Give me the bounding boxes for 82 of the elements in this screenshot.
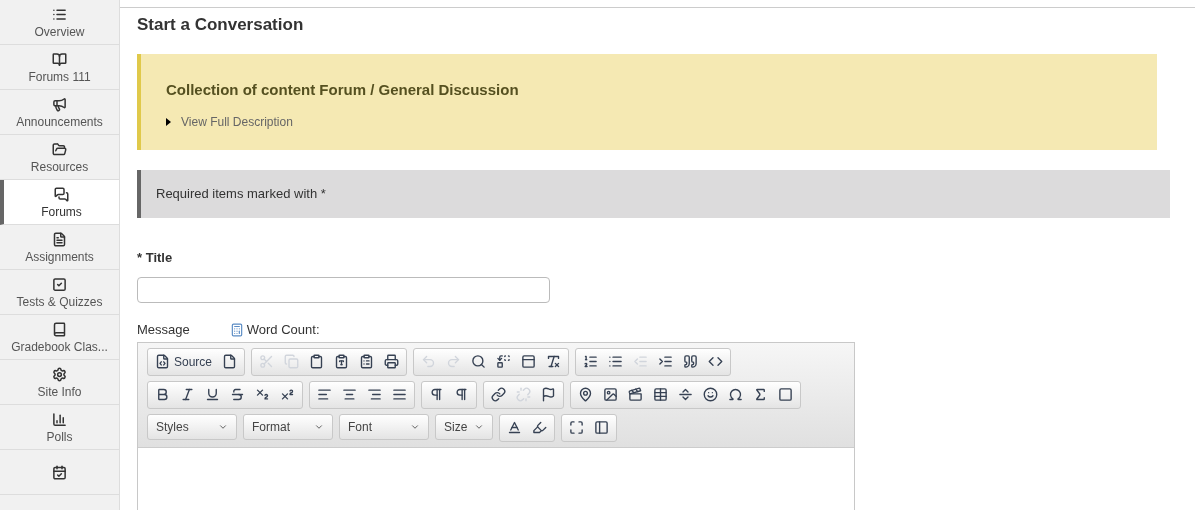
smiley-icon [703,387,718,402]
title-input-field[interactable] [137,277,550,303]
clapperboard-icon [628,387,643,402]
paste-text-icon [334,354,350,369]
document-icon [52,231,67,247]
quote-icon [683,354,699,369]
search-icon [471,354,487,369]
book-icon [52,51,67,67]
omega-icon [728,387,743,402]
bold-icon [155,387,170,402]
list-icon [52,6,67,22]
sidebar-item[interactable]: Assignments [0,225,119,270]
italic-icon [180,387,195,402]
message-label: Message [137,321,190,339]
word-count-icon [229,322,244,337]
numbered-list-icon [583,354,599,369]
chat-bubbles-icon [54,186,69,202]
disclosure-icon [166,118,171,126]
bar-chart-icon [52,411,67,427]
indent-icon [658,354,674,369]
word-count-button[interactable]: Word Count: [229,320,320,340]
underline-icon [205,387,220,402]
sidebar-item[interactable]: Gradebook Clas... [0,315,119,360]
horizontal-rule-icon [678,387,693,402]
bullet-list-icon [608,354,624,369]
sidebar-item[interactable]: Tests & Quizzes [0,270,119,315]
pilcrow-icon [429,387,444,402]
folder-icon [52,141,67,157]
undo-icon [421,354,437,369]
megaphone-icon [52,96,67,112]
sidebar-item[interactable]: Overview [0,0,119,45]
sidebar-item[interactable]: Polls [0,405,119,450]
title-label: * Title [137,248,173,267]
show-blocks-icon [594,420,609,435]
copy-icon [284,354,300,369]
align-right-icon [367,387,382,402]
toolbar-button[interactable]: Source [150,349,218,374]
paste-icon [309,354,325,369]
clear-format-icon [546,354,562,369]
print-icon [384,354,400,369]
text-color-icon [507,420,522,435]
justify-icon [392,387,407,402]
image-icon [603,387,618,402]
flag-icon [541,387,556,402]
table-icon [653,387,668,402]
calendar-icon [52,464,67,480]
div-icon [708,354,724,369]
sidebar-item[interactable]: Forums 111 [0,45,119,90]
pilcrow-icon [454,387,469,402]
dropdown-button[interactable]: Font [339,413,429,440]
pin-icon [578,387,593,402]
page-title: Start a Conversation [137,14,304,36]
checkbox-icon [52,276,67,292]
subscript-icon [255,387,270,402]
source-icon [155,354,170,369]
document-icon [222,354,238,369]
replace-icon [496,354,512,369]
dropdown-button[interactable]: Format [243,413,333,440]
dropdown-button[interactable]: Size [435,413,493,440]
superscript-icon [280,387,295,402]
background-color-icon [532,420,547,435]
unlink-icon [516,387,531,402]
sigma-icon [753,387,768,402]
link-icon [491,387,506,402]
maximize-icon [569,420,584,435]
paste-word-icon [359,354,375,369]
view-description-link[interactable]: View Full Description [166,113,293,131]
forum-title: Collection of content Forum / General Discussion [166,79,519,100]
book-icon [52,321,67,337]
required-notice: Required items marked with * [137,169,1170,218]
sidebar-item[interactable]: Announcements [0,90,119,135]
sidebar-item[interactable]: Forums [0,180,119,225]
dropdown-button[interactable]: Styles [147,413,237,440]
strikethrough-icon [230,387,245,402]
cut-icon [259,354,275,369]
align-center-icon [342,387,357,402]
outdent-icon [633,354,649,369]
sidebar-item[interactable]: Site Info [0,360,119,405]
frame-icon [778,387,793,402]
redo-icon [446,354,462,369]
settings-icon [52,366,67,382]
align-left-icon [317,387,332,402]
